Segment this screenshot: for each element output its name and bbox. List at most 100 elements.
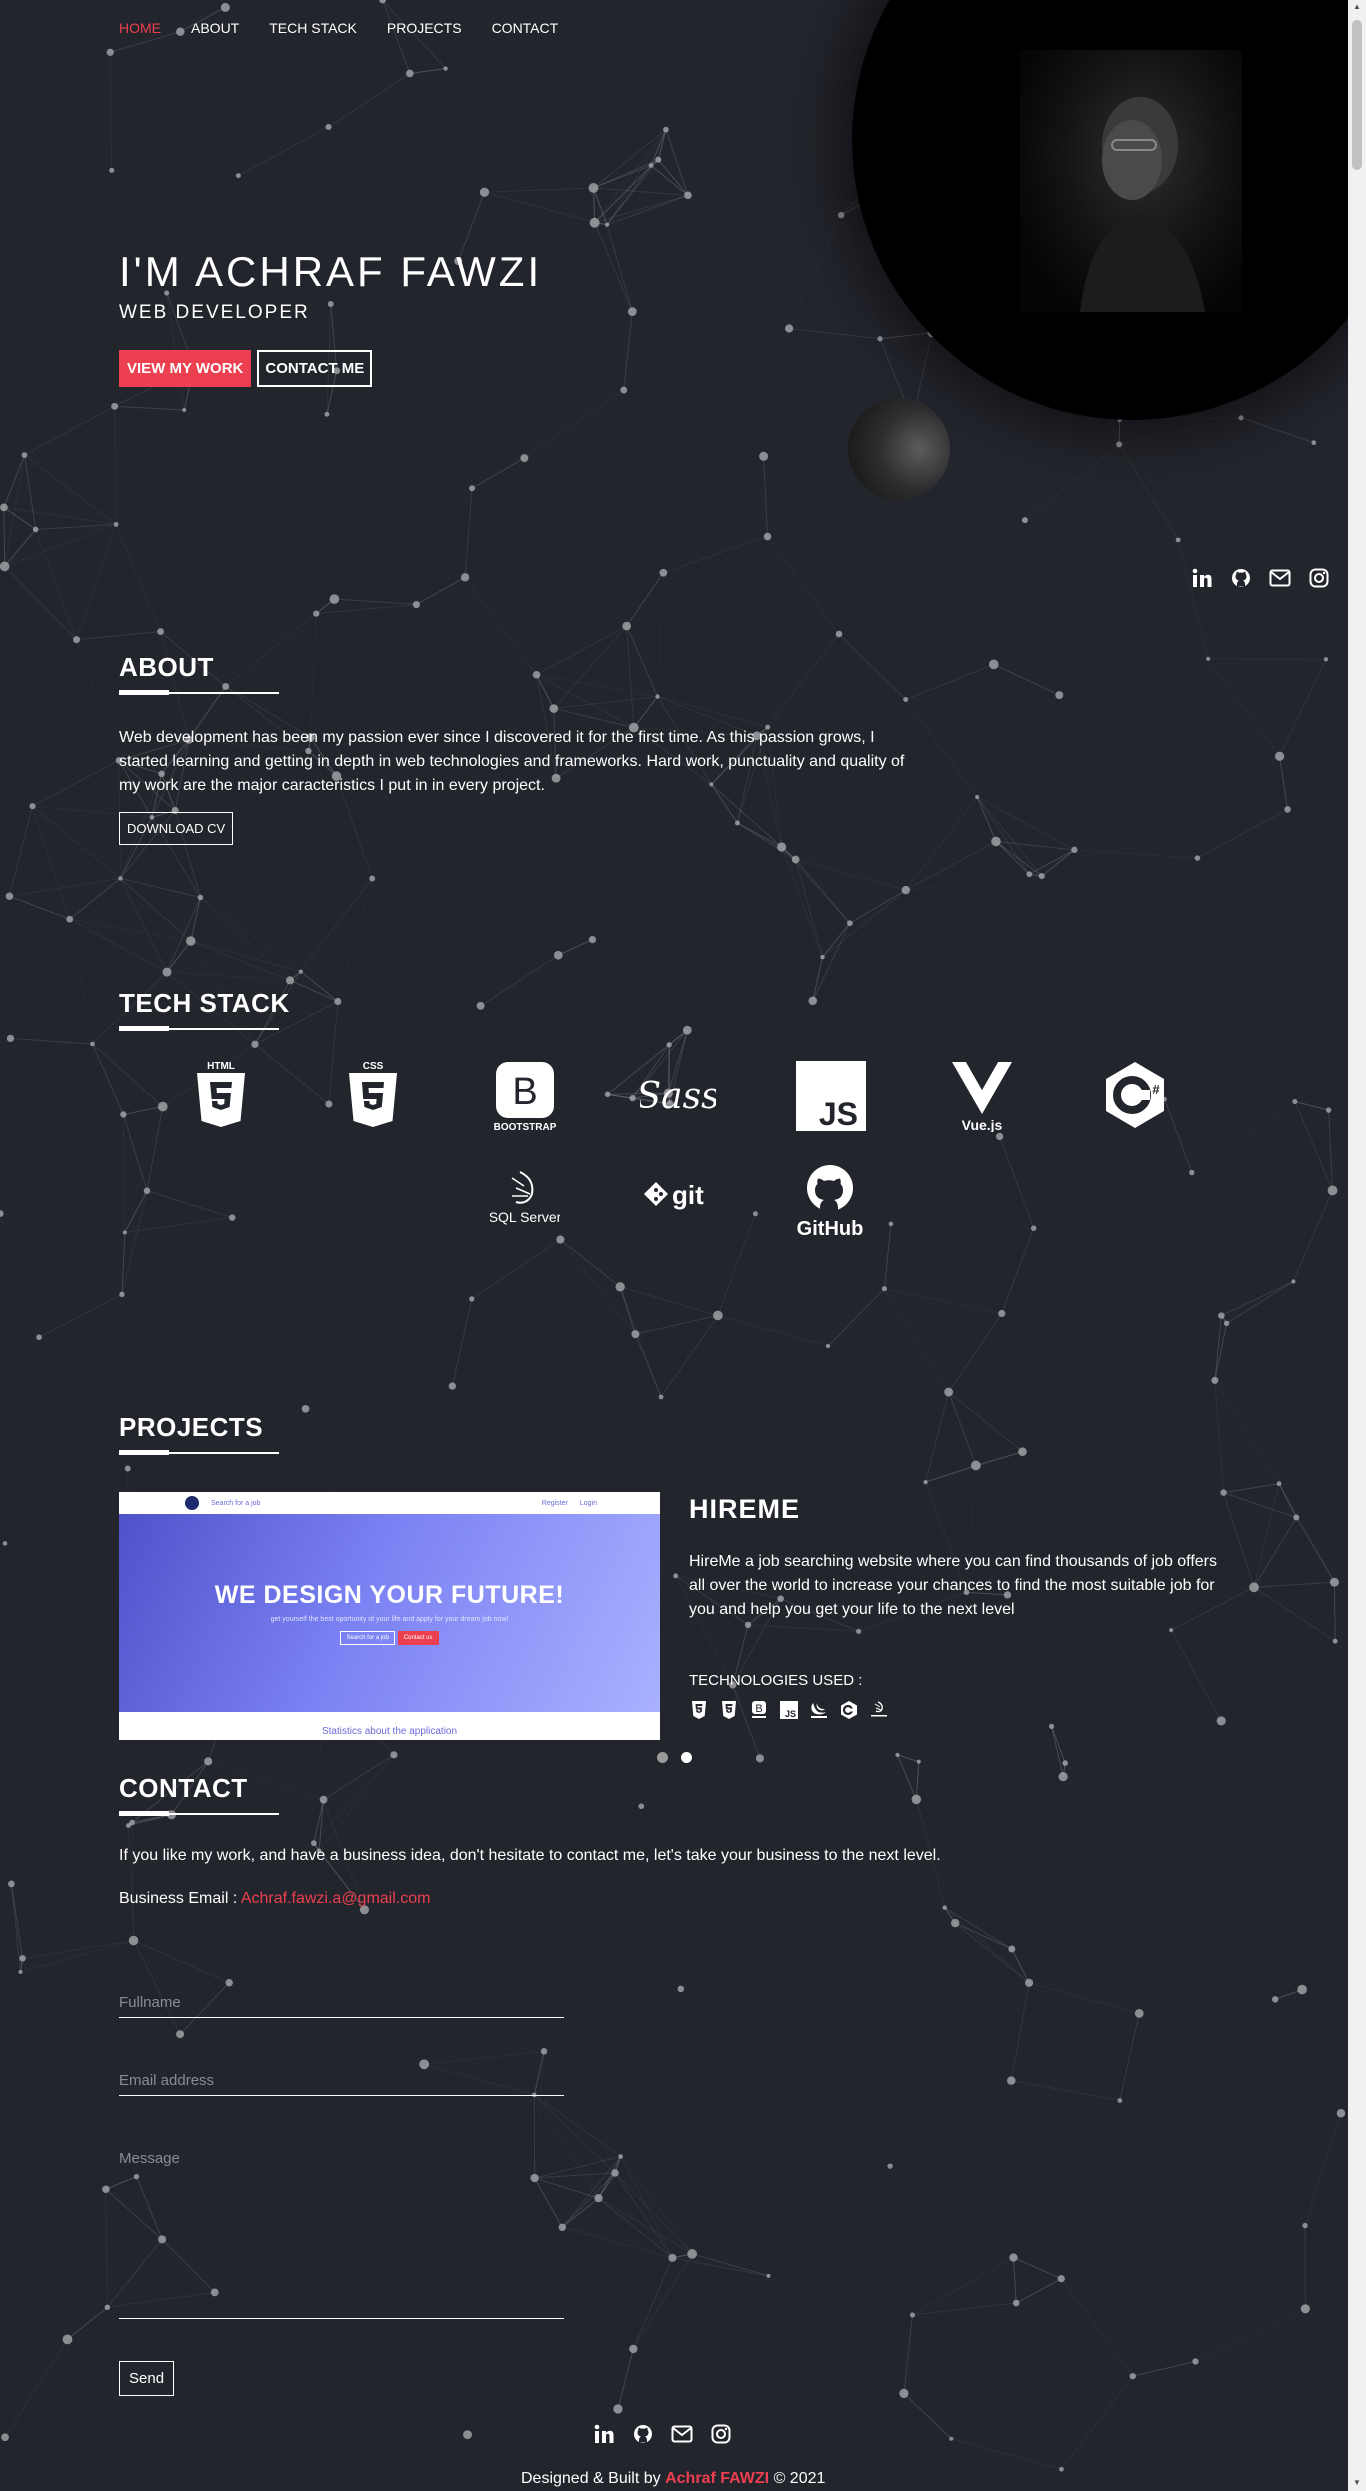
linkedin-icon[interactable] xyxy=(592,2422,616,2446)
project-carousel-indicators xyxy=(657,1752,692,1763)
network-line xyxy=(849,889,907,924)
network-line xyxy=(3,506,117,525)
network-node xyxy=(1211,1376,1219,1384)
network-line xyxy=(123,1106,163,1115)
network-line xyxy=(32,806,71,920)
network-node xyxy=(329,594,340,604)
instagram-icon[interactable] xyxy=(709,2422,733,2446)
network-line xyxy=(812,957,823,1001)
network-line xyxy=(905,663,994,701)
network-line xyxy=(484,191,595,224)
css3-icon: CSS xyxy=(342,1058,404,1130)
nav-tech-stack[interactable]: TECH STACK xyxy=(269,20,357,36)
network-line xyxy=(827,1288,885,1347)
network-line xyxy=(993,663,1060,696)
network-node xyxy=(594,2193,603,2203)
network-node xyxy=(324,411,330,417)
network-node xyxy=(549,704,559,713)
network-line xyxy=(1016,2303,1133,2376)
network-line xyxy=(318,1754,395,1852)
css3-icon xyxy=(719,1700,739,1720)
scroll-down-arrow[interactable]: ▼ xyxy=(1353,2478,1361,2487)
project-tech-icons: B JS xyxy=(689,1700,889,1720)
network-line xyxy=(1119,2013,1140,2101)
sql-server-icon: SQL Server xyxy=(490,1168,560,1226)
network-line xyxy=(0,1213,40,1338)
network-node xyxy=(310,1840,317,1847)
network-node xyxy=(911,1794,922,1805)
network-line xyxy=(593,187,689,196)
scroll-up-arrow[interactable]: ▲ xyxy=(1353,2,1361,11)
sql-server-icon xyxy=(869,1700,889,1720)
carousel-dot-2[interactable] xyxy=(681,1752,692,1763)
network-line xyxy=(598,2197,673,2259)
network-node xyxy=(1012,2299,1020,2307)
network-line xyxy=(471,1239,561,1300)
network-node xyxy=(759,451,769,461)
network-line xyxy=(124,1217,233,1233)
send-button[interactable]: Send xyxy=(119,2361,175,2396)
network-line xyxy=(789,327,881,340)
sass-icon: Sass xyxy=(640,1066,716,1124)
hero-buttons: VIEW MY WORK CONTACT ME xyxy=(119,350,373,387)
scroll-thumb[interactable] xyxy=(1352,20,1362,170)
download-cv-button[interactable]: DOWNLOAD CV xyxy=(119,812,234,845)
network-node xyxy=(1008,1945,1016,1953)
network-node xyxy=(1071,846,1078,854)
nav-about[interactable]: ABOUT xyxy=(191,20,239,36)
network-node xyxy=(998,1309,1006,1318)
network-line xyxy=(1221,1281,1294,1317)
business-email-link[interactable]: Achraf.fawzi.a@gmail.com xyxy=(241,1890,431,1907)
fullname-input[interactable] xyxy=(119,1988,564,2018)
network-line xyxy=(903,2314,913,2394)
network-node xyxy=(1276,1481,1282,1487)
network-node xyxy=(157,628,165,636)
github-logo-icon: GitHub xyxy=(792,1164,868,1238)
network-line xyxy=(657,572,664,697)
network-node xyxy=(62,2334,73,2345)
network-node xyxy=(1059,2466,1064,2472)
nav-contact[interactable]: CONTACT xyxy=(492,20,559,36)
network-node xyxy=(222,683,230,690)
network-line xyxy=(687,1000,813,1031)
nav-home[interactable]: HOME xyxy=(119,20,161,36)
mail-icon[interactable] xyxy=(670,2422,694,2446)
mail-icon[interactable] xyxy=(1268,566,1292,590)
network-line xyxy=(838,633,907,700)
network-line xyxy=(1011,1948,1030,1984)
network-line xyxy=(1214,1315,1222,1381)
network-line xyxy=(24,454,117,525)
network-line xyxy=(1074,849,1198,859)
github-icon[interactable] xyxy=(1229,566,1253,590)
message-textarea[interactable] xyxy=(119,2144,564,2319)
network-node xyxy=(119,1291,125,1298)
network-line xyxy=(641,1757,761,1807)
network-line xyxy=(120,877,201,898)
javascript-icon: JS xyxy=(779,1700,799,1720)
network-line xyxy=(1025,420,1120,520)
network-line xyxy=(634,1333,662,1398)
network-line xyxy=(1214,1323,1228,1381)
network-line xyxy=(23,454,37,530)
instagram-icon[interactable] xyxy=(1307,566,1331,590)
network-line xyxy=(592,939,670,1046)
network-line xyxy=(1253,1483,1280,1588)
network-node xyxy=(111,402,119,410)
network-node xyxy=(923,1479,928,1485)
network-node xyxy=(620,386,628,394)
social-links-top xyxy=(1190,566,1331,590)
view-work-button[interactable]: VIEW MY WORK xyxy=(119,350,252,387)
contact-me-button[interactable]: CONTACT ME xyxy=(257,350,373,387)
github-icon[interactable] xyxy=(631,2422,655,2446)
linkedin-icon[interactable] xyxy=(1190,566,1214,590)
network-node xyxy=(1058,1772,1068,1782)
email-input[interactable] xyxy=(119,2066,564,2096)
carousel-dot-1[interactable] xyxy=(657,1752,668,1763)
network-line xyxy=(976,796,1030,875)
project-screenshot[interactable]: Search for a job Register Login WE DESIG… xyxy=(119,1492,660,1740)
scrollbar[interactable]: ▲ ▼ xyxy=(1348,0,1366,2491)
network-line xyxy=(1028,1982,1140,2014)
nav-projects[interactable]: PROJECTS xyxy=(387,20,462,36)
network-node xyxy=(856,1628,862,1634)
network-node xyxy=(176,2030,185,2039)
